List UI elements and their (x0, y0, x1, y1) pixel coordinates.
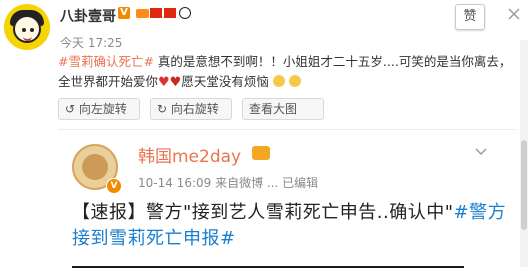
view-large-button[interactable]: 查看大图 (242, 98, 324, 120)
post-text-2: 愿天堂没有烦恼 (181, 74, 269, 89)
rotate-left-label: 向左旋转 (78, 102, 127, 116)
chevron-down-icon[interactable] (473, 144, 489, 160)
post-time[interactable]: 今天 17:25 (60, 34, 122, 51)
rotate-left-button[interactable]: ↺ 向左旋转 (58, 98, 140, 120)
rotate-right-icon: ↻ (157, 102, 168, 116)
pray-icon (288, 75, 301, 87)
china-flag-icon (150, 8, 162, 18)
weibo-post: 八卦壹哥 V 今天 17:25 赞 #雪莉确认死亡# 真的是意想不到啊！！小姐姐… (0, 0, 530, 268)
embedded-post-image[interactable]: V 韩国me2day 10-14 16:09 来自微博 ... 已编辑 【速报】… (58, 129, 516, 268)
verified-badge-icon: V (106, 178, 122, 194)
vip-crown-icon (252, 146, 270, 160)
card-text-body: 【速报】警方"接到艺人雪莉死亡申告..确认中" (72, 202, 454, 223)
card-text: 【速报】警方"接到艺人雪莉死亡申告..确认中"#警方接到雪莉死亡申报# (72, 200, 512, 252)
user-avatar[interactable] (4, 4, 50, 50)
like-button[interactable]: 赞 (455, 4, 485, 30)
close-icon[interactable] (507, 6, 521, 20)
rotate-left-icon: ↺ (65, 102, 76, 116)
broken-heart-icon: ♥ (169, 75, 182, 90)
rotate-right-button[interactable]: ↻ 向右旋转 (150, 98, 232, 120)
post-body: #雪莉确认死亡# 真的是意想不到啊！！小姐姐才二十五岁....可笑的是当你离去，… (58, 52, 523, 93)
rotate-right-label: 向右旋转 (170, 102, 219, 116)
scrollbar-thumb[interactable] (521, 140, 527, 230)
verified-badge-icon: V (118, 7, 130, 19)
card-username[interactable]: 韩国me2day (138, 142, 241, 167)
china-flag-icon (164, 8, 176, 18)
card-meta: 10-14 16:09 来自微博 ... 已编辑 (138, 176, 319, 190)
vip-crown-icon (136, 9, 149, 18)
view-large-label: 查看大图 (249, 102, 298, 116)
username[interactable]: 八卦壹哥 (60, 6, 116, 26)
topic-link[interactable]: #雪莉确认死亡# (58, 54, 154, 69)
panda-icon (179, 7, 191, 19)
heart-icon: ♥ (158, 75, 170, 90)
pray-icon (272, 75, 285, 87)
